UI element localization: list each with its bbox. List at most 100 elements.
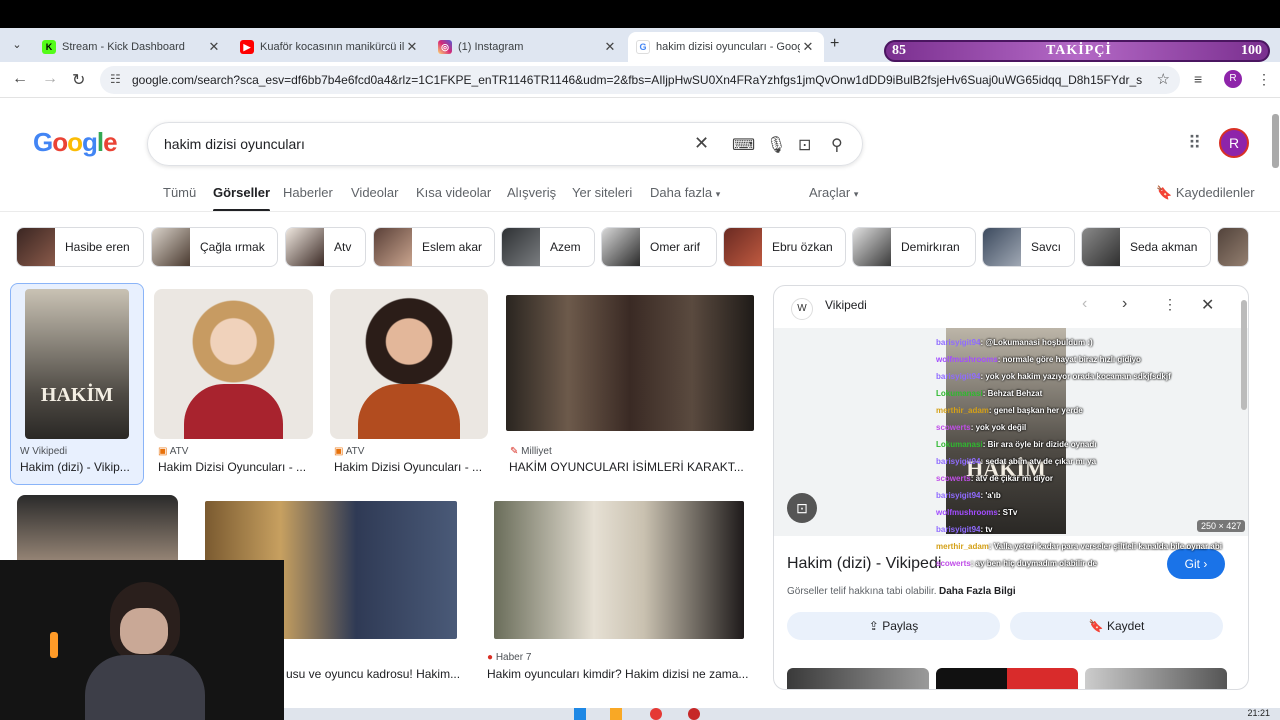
result-title[interactable]: HAKİM OYUNCULARI İSİMLERİ KARAKT...	[509, 460, 755, 474]
chip-partial[interactable]	[1217, 227, 1249, 267]
filter-videos[interactable]: Videolar	[351, 185, 398, 200]
result-title[interactable]: Hakim Dizisi Oyuncuları - ...	[158, 460, 314, 474]
profile-avatar[interactable]: R	[1224, 70, 1242, 88]
filter-short-videos[interactable]: Kısa videolar	[416, 185, 491, 200]
chip-hasibe-eren[interactable]: Hasibe eren	[16, 227, 144, 267]
reload-icon[interactable]: ↻	[72, 70, 85, 90]
apps-grid-icon[interactable]: ⠿	[1188, 133, 1201, 154]
chip-ebru-ozkan[interactable]: Ebru özkan	[723, 227, 846, 267]
go-button[interactable]: Git ›	[1167, 549, 1225, 579]
related-image[interactable]	[936, 668, 1078, 689]
chip-omer-arif[interactable]: Omer arif	[601, 227, 717, 267]
related-image[interactable]	[1085, 668, 1227, 689]
chat-message: wolfmushrooms: STv	[936, 508, 1017, 517]
result-image[interactable]	[330, 289, 488, 439]
google-logo[interactable]: Google	[33, 127, 118, 158]
result-source-label: Haber 7	[495, 652, 532, 663]
tab-search-chevron-icon[interactable]: ⌄	[8, 36, 26, 54]
site-info-icon[interactable]: ☷	[110, 72, 121, 86]
result-source: ▣ ATV	[158, 446, 188, 457]
result-image[interactable]	[17, 495, 178, 565]
filter-more[interactable]: Daha fazla ▾	[650, 185, 720, 200]
result-image[interactable]	[154, 289, 313, 439]
panel-scrollbar[interactable]	[1240, 286, 1248, 690]
lens-camera-icon[interactable]: ⊡	[798, 135, 811, 155]
keyboard-icon[interactable]: ⌨	[732, 135, 755, 155]
chip-cagla-irmak[interactable]: Çağla ırmak	[151, 227, 278, 267]
page-scrollbar[interactable]	[1271, 98, 1280, 708]
result-title[interactable]: Hakim (dizi) - Vikip...	[20, 460, 138, 474]
follower-current: 85	[892, 43, 906, 58]
tab-label: Kuaför kocasının manikürcü ile...	[260, 41, 404, 53]
close-icon[interactable]: ✕	[206, 39, 222, 55]
windows-start-icon[interactable]	[574, 708, 586, 720]
lens-search-icon[interactable]: ⊡	[787, 493, 817, 523]
chip-eslem-akar[interactable]: Eslem akar	[373, 227, 495, 267]
chip-azem[interactable]: Azem	[501, 227, 595, 267]
microphone-icon[interactable]: 🎙	[766, 135, 786, 155]
related-image[interactable]	[787, 668, 929, 689]
result-image[interactable]	[506, 295, 754, 431]
chat-text: : @Lokumanasi hoşbuldum :)	[980, 338, 1093, 347]
saved-button[interactable]: 🔖 Kaydedilenler	[1156, 185, 1255, 201]
google-account-avatar[interactable]: R	[1219, 128, 1249, 158]
search-box[interactable]: hakim dizisi oyuncuları ✕ ⌨ 🎙 ⊡ ⚲	[147, 122, 863, 166]
tab-youtube[interactable]: ▶ Kuaför kocasının manikürcü ile... ✕	[232, 32, 428, 62]
chat-text: : STv	[997, 508, 1018, 517]
filter-news[interactable]: Haberler	[283, 185, 333, 200]
webcam-body	[85, 655, 205, 720]
chip-savci[interactable]: Savcı	[982, 227, 1075, 267]
panel-title[interactable]: Hakim (dizi) - Vikipedi	[787, 555, 941, 573]
new-tab-plus-icon[interactable]: +	[830, 35, 839, 53]
panel-scroll-thumb[interactable]	[1241, 300, 1247, 410]
chip-atv[interactable]: Atv	[285, 227, 366, 267]
save-button[interactable]: 🔖 Kaydet	[1010, 612, 1223, 640]
close-icon[interactable]: ✕	[800, 39, 816, 55]
tab-google[interactable]: G hakim dizisi oyuncuları - Googl... ✕	[628, 32, 824, 62]
filter-all[interactable]: Tümü	[163, 185, 196, 200]
kick-icon: K	[42, 40, 56, 54]
browser-icon[interactable]	[650, 708, 662, 720]
bookmark-star-icon[interactable]: ☆	[1157, 70, 1170, 88]
panel-source[interactable]: Vikipedi	[825, 298, 867, 312]
page-scroll-thumb[interactable]	[1272, 114, 1279, 168]
more-options-icon[interactable]: ⋮	[1163, 296, 1177, 313]
result-image[interactable]	[494, 501, 744, 639]
search-icon[interactable]: ⚲	[831, 135, 843, 155]
previous-arrow-icon[interactable]: ‹	[1082, 295, 1087, 313]
more-info-link[interactable]: Daha Fazla Bilgi	[939, 586, 1016, 597]
search-input[interactable]: hakim dizisi oyuncuları	[164, 136, 305, 152]
app-icon[interactable]	[688, 708, 700, 720]
close-icon[interactable]: ✕	[404, 39, 420, 55]
chat-message: Lokumanasi: Bir ara öyle bir dizide oyna…	[936, 440, 1097, 449]
chip-thumbnail	[374, 228, 412, 266]
tab-kick[interactable]: K Stream - Kick Dashboard ✕	[34, 32, 230, 62]
menu-kebab-icon[interactable]: ⋮	[1257, 71, 1271, 88]
result-title[interactable]: usu ve oyuncu kadrosu! Hakim...	[286, 667, 466, 681]
clear-icon[interactable]: ✕	[694, 133, 709, 154]
forward-arrow-icon[interactable]: →	[42, 70, 58, 88]
chip-seda-akman[interactable]: Seda akman	[1081, 227, 1211, 267]
media-playlist-icon[interactable]: ≡	[1194, 71, 1202, 87]
url-text[interactable]: google.com/search?sca_esv=df6bb7b4e6fcd0…	[132, 73, 1142, 87]
filter-places[interactable]: Yer siteleri	[572, 185, 632, 200]
filter-shopping[interactable]: Alışveriş	[507, 185, 556, 200]
back-arrow-icon[interactable]: ←	[12, 70, 28, 88]
tab-instagram[interactable]: ◎ (1) Instagram ✕	[430, 32, 626, 62]
file-explorer-icon[interactable]	[610, 708, 622, 720]
chip-thumbnail	[17, 228, 55, 266]
result-title[interactable]: Hakim Dizisi Oyuncuları - ...	[334, 460, 488, 474]
filter-images[interactable]: Görseller	[213, 185, 271, 212]
omnibox[interactable]: ☷ google.com/search?sca_esv=df6bb7b4e6fc…	[100, 66, 1180, 94]
chip-demirkiran[interactable]: Demirkıran	[852, 227, 976, 267]
next-arrow-icon[interactable]: ›	[1122, 295, 1127, 313]
result-title[interactable]: Hakim oyuncuları kimdir? Hakim dizisi ne…	[487, 667, 753, 681]
tools-button[interactable]: Araçlar ▾	[809, 185, 858, 200]
result-image[interactable]: HAKİM	[25, 289, 129, 439]
milliyet-icon: ✎	[510, 446, 519, 457]
share-button[interactable]: ⇪ Paylaş	[787, 612, 1000, 640]
close-icon[interactable]: ✕	[602, 39, 618, 55]
chat-text: : yok yok değil	[970, 423, 1027, 432]
poster-title: HAKİM	[40, 384, 114, 406]
close-icon[interactable]: ✕	[1201, 295, 1214, 315]
